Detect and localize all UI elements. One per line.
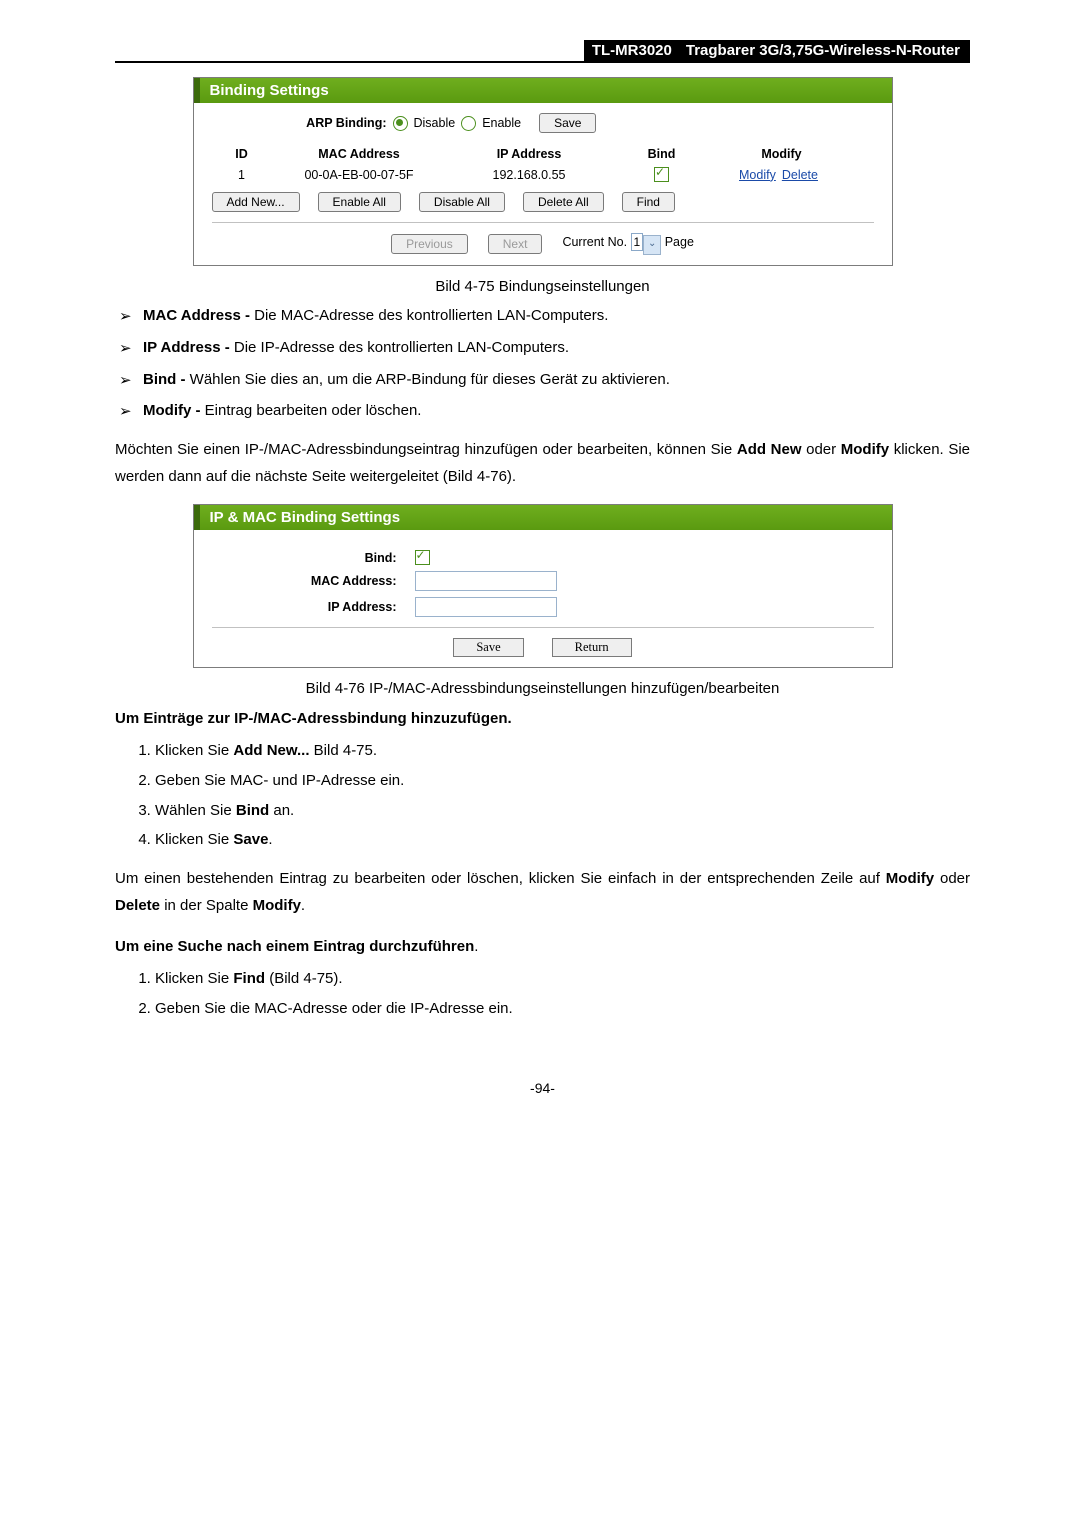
previous-button[interactable]: Previous [391, 234, 468, 254]
ip-input[interactable] [415, 597, 557, 617]
term-text: Die MAC-Adresse des kontrollierten LAN-C… [254, 307, 608, 324]
bind-checkbox[interactable] [415, 550, 430, 565]
term-text: Wählen Sie dies an, um die ARP-Bindung f… [190, 371, 670, 388]
ip-row: IP Address: [212, 597, 874, 617]
bulk-action-row: Add New... Enable All Disable All Delete… [212, 192, 874, 212]
mac-label: MAC Address: [212, 574, 415, 588]
ordered-list-2: Klicken Sie Find (Bild 4-75). Geben Sie … [115, 968, 970, 1020]
list-item: Modify - Eintrag bearbeiten oder löschen… [143, 400, 970, 422]
bind-label: Bind: [212, 551, 415, 565]
page-header: TL-MR3020 Tragbarer 3G/3,75G-Wireless-N-… [115, 40, 970, 63]
paragraph: Um einen bestehenden Eintrag zu bearbeit… [115, 865, 970, 919]
term: IP Address - [143, 339, 234, 356]
list-item: Bind - Wählen Sie dies an, um die ARP-Bi… [143, 369, 970, 391]
subheading: Um eine Suche nach einem Eintrag durchzu… [115, 933, 970, 960]
find-button[interactable]: Find [622, 192, 675, 212]
paragraph: Möchten Sie einen IP-/MAC-Adressbindungs… [115, 436, 970, 490]
arp-binding-label: ARP Binding: [212, 116, 387, 130]
bind-checkbox-icon[interactable] [654, 167, 669, 182]
list-item: Geben Sie die MAC-Adresse oder die IP-Ad… [155, 998, 970, 1020]
list-item: Geben Sie MAC- und IP-Adresse ein. [155, 770, 970, 792]
list-item: IP Address - Die IP-Adresse des kontroll… [143, 337, 970, 359]
subheading: Um Einträge zur IP-/MAC-Adressbindung hi… [115, 705, 970, 732]
header-model: TL-MR3020 [584, 40, 680, 63]
cell-ip: 192.168.0.55 [447, 168, 612, 182]
col-id: ID [212, 147, 272, 161]
list-item: Klicken Sie Find (Bild 4-75). [155, 968, 970, 990]
cell-modify: Modify Delete [712, 168, 852, 182]
radio-enable-label: Enable [482, 116, 521, 130]
form-button-row: Save Return [212, 638, 874, 657]
list-item: Klicken Sie Save. [155, 829, 970, 851]
delete-link[interactable]: Delete [782, 168, 818, 182]
enable-all-button[interactable]: Enable All [318, 192, 401, 212]
current-no-label: Current No. [562, 235, 627, 249]
term: Modify - [143, 402, 205, 419]
pager: Previous Next Current No. 1⌄ Page [212, 233, 874, 255]
radio-enable[interactable] [461, 116, 476, 131]
dropdown-arrow-icon[interactable]: ⌄ [643, 235, 661, 255]
col-mac: MAC Address [272, 147, 447, 161]
col-ip: IP Address [447, 147, 612, 161]
save-button[interactable]: Save [453, 638, 523, 657]
term: Bind - [143, 371, 190, 388]
bullet-list: MAC Address - Die MAC-Adresse des kontro… [115, 305, 970, 422]
next-button[interactable]: Next [488, 234, 543, 254]
panel-title: IP & MAC Binding Settings [194, 505, 892, 530]
panel-divider [212, 222, 874, 223]
bind-row: Bind: [212, 550, 874, 565]
page-number: -94- [115, 1080, 970, 1096]
panel-divider [212, 627, 874, 628]
ip-mac-binding-settings-panel: IP & MAC Binding Settings Bind: MAC Addr… [193, 504, 893, 668]
term-text: Die IP-Adresse des kontrollierten LAN-Co… [234, 339, 569, 356]
table-row: 1 00-0A-EB-00-07-5F 192.168.0.55 Modify D… [212, 167, 874, 182]
current-no-group: Current No. 1⌄ Page [562, 233, 693, 255]
list-item: Wählen Sie Bind an. [155, 800, 970, 822]
delete-all-button[interactable]: Delete All [523, 192, 604, 212]
mac-input[interactable] [415, 571, 557, 591]
add-new-button[interactable]: Add New... [212, 192, 300, 212]
cell-bind [612, 167, 712, 182]
binding-settings-panel: Binding Settings ARP Binding: Disable En… [193, 77, 893, 266]
arp-binding-row: ARP Binding: Disable Enable Save [212, 113, 874, 133]
term: MAC Address - [143, 307, 254, 324]
modify-link[interactable]: Modify [739, 168, 776, 182]
cell-mac: 00-0A-EB-00-07-5F [272, 168, 447, 182]
ordered-list-1: Klicken Sie Add New... Bild 4-75. Geben … [115, 740, 970, 851]
header-rule [115, 40, 584, 63]
return-button[interactable]: Return [552, 638, 632, 657]
header-title: Tragbarer 3G/3,75G-Wireless-N-Router [680, 40, 970, 63]
cell-id: 1 [212, 168, 272, 182]
disable-all-button[interactable]: Disable All [419, 192, 505, 212]
col-bind: Bind [612, 147, 712, 161]
figure-caption-2: Bild 4-76 IP-/MAC-Adressbindungseinstell… [115, 680, 970, 697]
table-header: ID MAC Address IP Address Bind Modify [212, 147, 874, 161]
current-no-value[interactable]: 1 [631, 233, 644, 251]
figure-caption-1: Bild 4-75 Bindungseinstellungen [115, 278, 970, 295]
mac-row: MAC Address: [212, 571, 874, 591]
page-label: Page [665, 235, 694, 249]
panel-title: Binding Settings [194, 78, 892, 103]
radio-disable[interactable] [393, 116, 408, 131]
list-item: Klicken Sie Add New... Bild 4-75. [155, 740, 970, 762]
term-text: Eintrag bearbeiten oder löschen. [205, 402, 422, 419]
col-modify: Modify [712, 147, 852, 161]
list-item: MAC Address - Die MAC-Adresse des kontro… [143, 305, 970, 327]
save-button[interactable]: Save [539, 113, 596, 133]
radio-disable-label: Disable [414, 116, 456, 130]
ip-label: IP Address: [212, 600, 415, 614]
